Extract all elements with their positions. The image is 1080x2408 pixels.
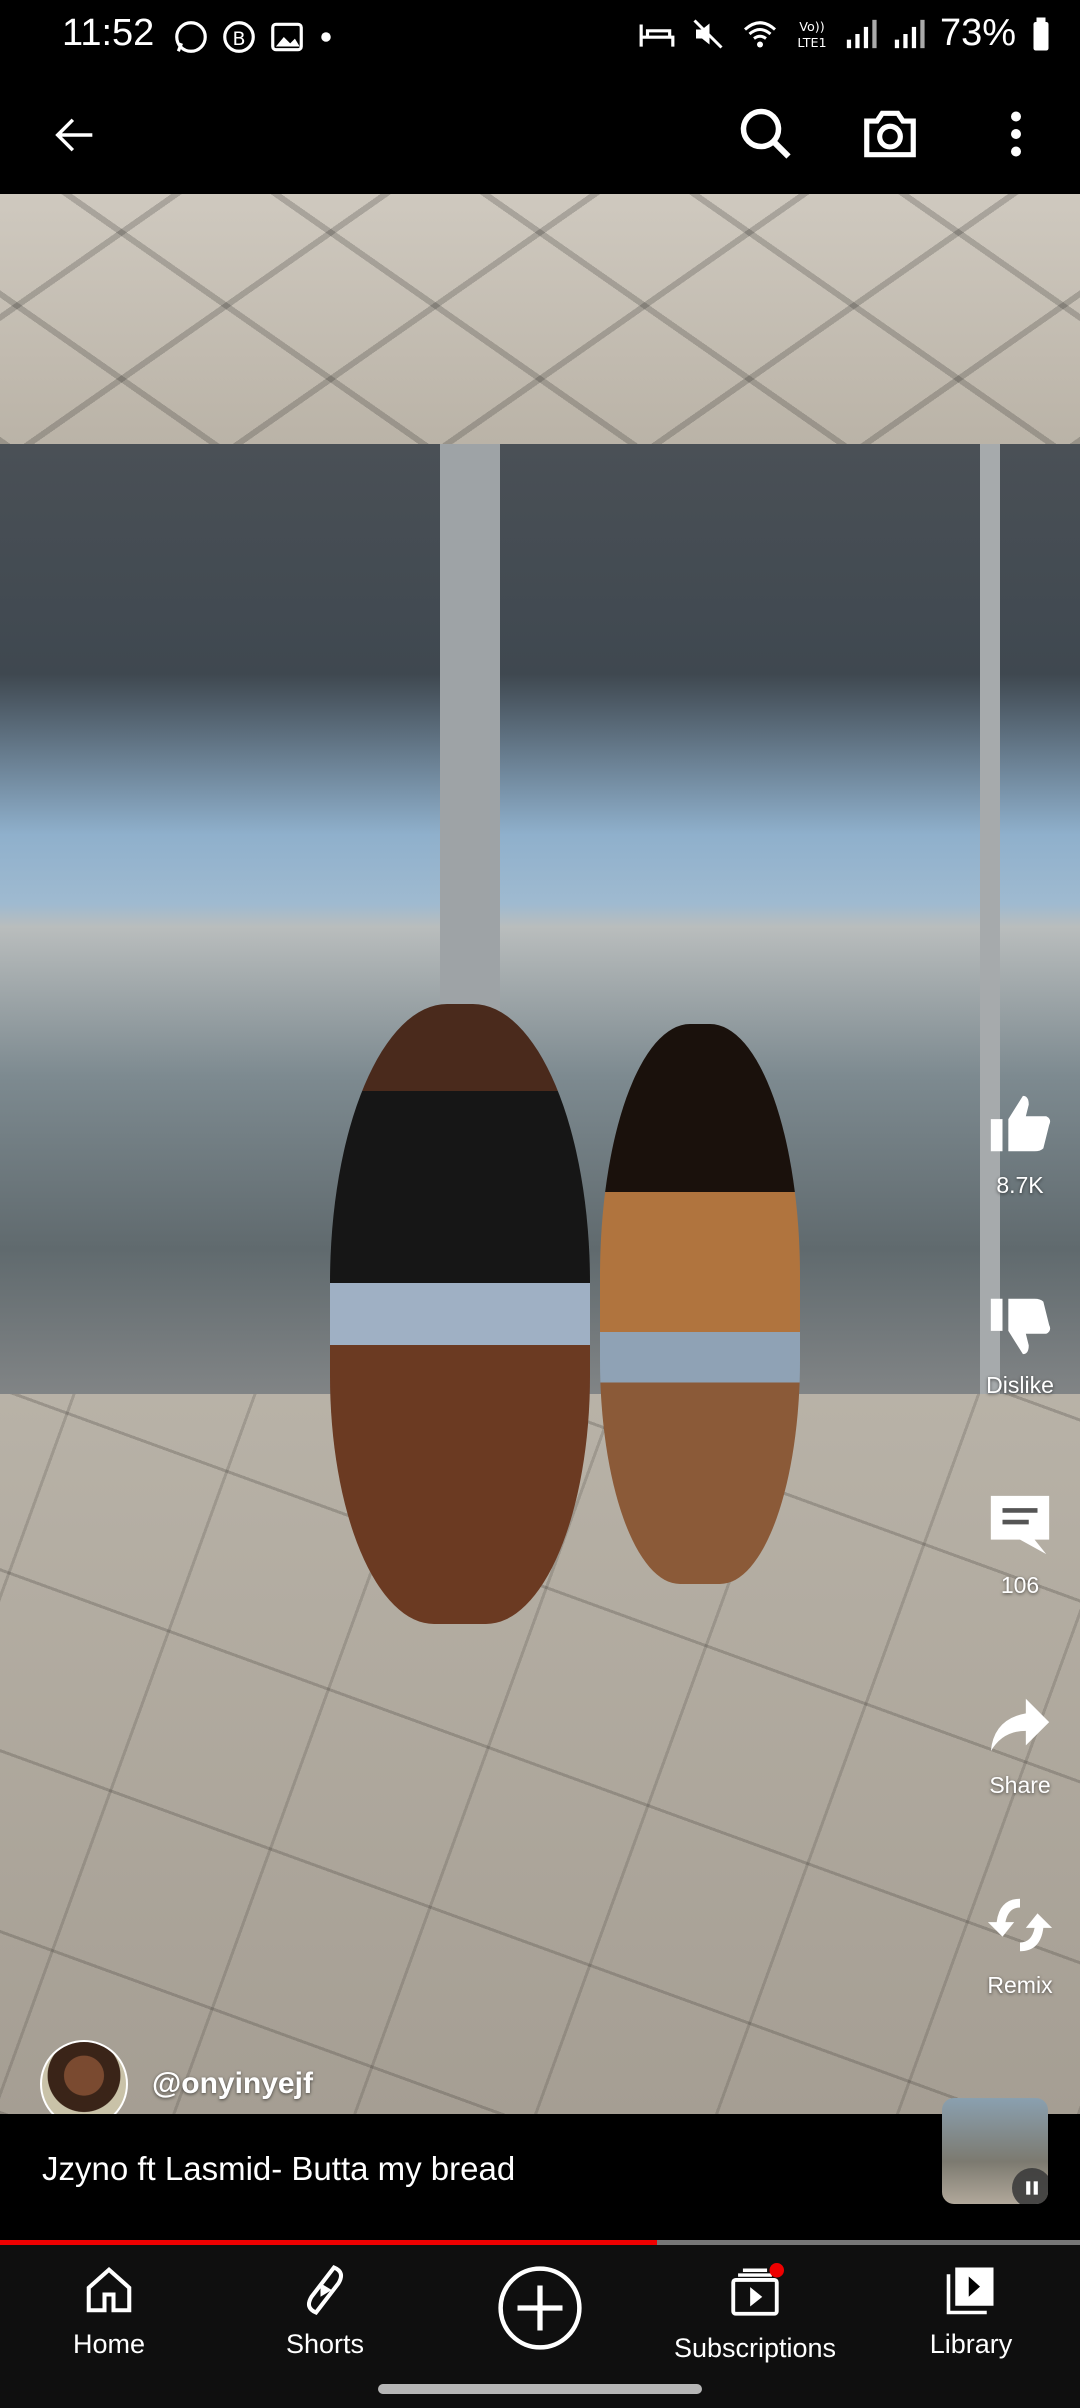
dislike-label: Dislike <box>986 1372 1054 1398</box>
dancer-figure-1 <box>330 1004 590 1624</box>
channel-handle[interactable]: @onyinyejf <box>152 2067 313 2101</box>
svg-text:Vo)): Vo)) <box>799 20 824 35</box>
comments-button[interactable]: 106 <box>960 1490 1080 1599</box>
status-time: 11:52 <box>62 12 155 54</box>
shorts-icon <box>306 2265 344 2315</box>
music-title[interactable]: Jzyno ft Lasmid- Butta my bread <box>42 2150 515 2188</box>
camera-button[interactable] <box>852 96 928 172</box>
mute-icon <box>693 18 723 49</box>
back-arrow-icon <box>55 118 93 152</box>
nav-create[interactable] <box>445 2263 635 2353</box>
nav-shorts[interactable]: Shorts <box>230 2263 420 2360</box>
short-video-player[interactable] <box>0 194 1080 2114</box>
battery-percent: 73% <box>939 12 1016 54</box>
remix-icon <box>987 1898 1053 1952</box>
nav-library-label: Library <box>929 2329 1013 2359</box>
subscriptions-icon <box>731 2263 784 2316</box>
dancer-figure-2 <box>600 1024 800 1584</box>
gallery-icon <box>271 22 303 52</box>
status-bar: 11:52 B Vo)) LTE1 73% <box>0 0 1080 76</box>
remix-button[interactable]: Remix <box>960 1890 1080 1999</box>
thumbs-up-icon <box>990 1095 1051 1152</box>
thumbs-down-icon <box>990 1298 1051 1355</box>
nav-subscriptions[interactable]: Subscriptions <box>660 2263 850 2364</box>
library-icon <box>946 2267 994 2315</box>
share-label: Share <box>989 1772 1051 1798</box>
nav-home-label: Home <box>72 2329 146 2359</box>
lte-icon: Vo))LTE1 <box>797 20 826 51</box>
like-count: 8.7K <box>996 1172 1044 1198</box>
notification-icons: B <box>172 18 336 56</box>
b-app-icon: B <box>223 21 255 53</box>
video-ceiling <box>0 194 1080 444</box>
comment-icon <box>990 1495 1050 1555</box>
more-vertical-icon <box>1011 111 1021 157</box>
signal-icon <box>846 19 877 48</box>
search-button[interactable] <box>728 96 804 172</box>
top-app-bar <box>0 76 1080 194</box>
back-button[interactable] <box>40 100 110 170</box>
svg-text:LTE1: LTE1 <box>797 35 826 50</box>
signal-icon-2 <box>894 19 925 48</box>
svg-text:B: B <box>232 28 245 50</box>
comments-count: 106 <box>1000 1572 1040 1598</box>
share-icon <box>990 1698 1050 1752</box>
share-button[interactable]: Share <box>960 1690 1080 1799</box>
create-plus-icon <box>498 2266 582 2350</box>
remix-label: Remix <box>987 1972 1053 1998</box>
battery-icon <box>1033 17 1049 50</box>
pause-icon <box>1012 2168 1048 2204</box>
camera-icon <box>864 110 916 158</box>
nav-shorts-label: Shorts <box>285 2329 365 2359</box>
whatsapp-icon <box>175 21 207 53</box>
nav-home[interactable]: Home <box>14 2263 204 2360</box>
home-indicator[interactable] <box>378 2384 702 2394</box>
dislike-button[interactable]: Dislike <box>960 1290 1080 1399</box>
home-icon <box>86 2267 132 2313</box>
like-button[interactable]: 8.7K <box>960 1090 1080 1199</box>
nav-subscriptions-label: Subscriptions <box>673 2333 837 2363</box>
dot-icon <box>321 32 331 42</box>
wifi-icon <box>743 20 776 47</box>
search-icon <box>740 108 791 159</box>
nav-library[interactable]: Library <box>876 2263 1066 2360</box>
more-options-button[interactable] <box>978 96 1054 172</box>
music-thumbnail[interactable] <box>942 2098 1048 2204</box>
bed-icon <box>639 23 675 47</box>
music-bar[interactable]: Jzyno ft Lasmid- Butta my bread <box>0 2098 1080 2240</box>
